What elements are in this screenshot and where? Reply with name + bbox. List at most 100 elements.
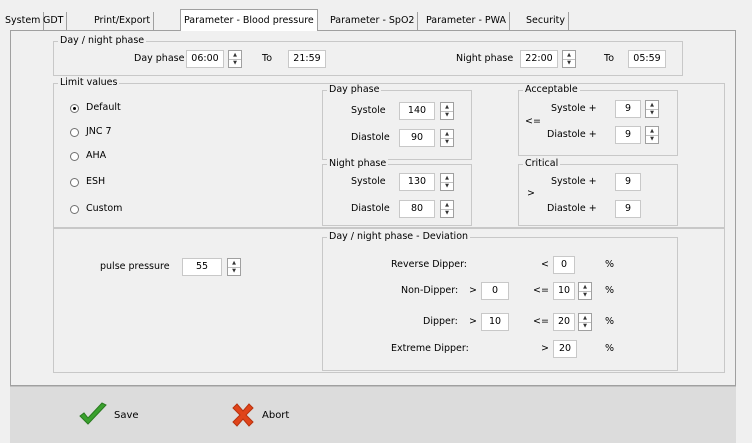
acceptable-diastole-input[interactable]: 9	[615, 126, 641, 144]
spin-down-icon[interactable]: ▼	[563, 59, 575, 67]
day-systole-spinner[interactable]: ▲ ▼	[440, 102, 454, 120]
radio-jnc7-label[interactable]: JNC 7	[86, 125, 112, 139]
day-diastole-spinner[interactable]: ▲ ▼	[440, 129, 454, 147]
critical-title: Critical	[523, 158, 561, 170]
night-phase-from-input[interactable]: 22:00	[520, 50, 558, 68]
spin-down-icon[interactable]: ▼	[441, 111, 453, 119]
deviation-title: Day / night phase - Deviation	[327, 231, 471, 243]
critical-group: Critical > Systole + 9 Diastole + 9	[518, 158, 678, 226]
night-diastole-input[interactable]: 80	[399, 200, 435, 218]
tab-system[interactable]: System	[2, 12, 45, 30]
tab-parameter-spo2[interactable]: Parameter - SpO2	[327, 12, 419, 30]
radio-default-label[interactable]: Default	[86, 101, 121, 115]
extreme-dipper-label: Extreme Dipper:	[391, 343, 469, 354]
tab-security[interactable]: Security	[523, 12, 570, 30]
critical-systole-label: Systole +	[551, 176, 597, 187]
day-systole-input[interactable]: 140	[399, 102, 435, 120]
spin-down-icon[interactable]: ▼	[646, 135, 658, 143]
radio-esh[interactable]	[70, 178, 79, 187]
critical-diastole-label: Diastole +	[547, 203, 597, 214]
acceptable-systole-input[interactable]: 9	[615, 100, 641, 118]
spin-down-icon[interactable]: ▼	[441, 209, 453, 217]
night-systole-spinner[interactable]: ▲ ▼	[440, 173, 454, 191]
percent-sign: %	[605, 316, 615, 327]
non-dipper-spinner[interactable]: ▲ ▼	[578, 282, 592, 300]
extreme-dipper-operator: >	[541, 343, 549, 354]
pulse-pressure-input[interactable]: 55	[182, 258, 222, 276]
night-diastole-label: Diastole	[351, 203, 390, 214]
dipper-low-input[interactable]: 10	[481, 313, 509, 331]
non-dipper-low-input[interactable]: 0	[481, 282, 509, 300]
day-phase-group-title: Day phase	[327, 84, 382, 96]
save-label: Save	[114, 409, 139, 421]
footer-bar: Save Abort	[10, 386, 736, 443]
pulse-pressure-label: pulse pressure	[100, 261, 170, 272]
spin-down-icon[interactable]: ▼	[441, 182, 453, 190]
acceptable-systole-label: Systole +	[551, 103, 597, 114]
abort-button[interactable]: Abort	[230, 397, 289, 433]
night-diastole-spinner[interactable]: ▲ ▼	[440, 200, 454, 218]
spin-down-icon[interactable]: ▼	[579, 291, 591, 299]
acceptable-systole-spinner[interactable]: ▲ ▼	[645, 100, 659, 118]
dipper-le: <=	[533, 316, 549, 327]
critical-operator: >	[527, 188, 535, 199]
percent-sign: %	[605, 285, 615, 296]
spin-down-icon[interactable]: ▼	[646, 109, 658, 117]
radio-custom-label[interactable]: Custom	[86, 202, 122, 216]
acceptable-operator: <=	[525, 116, 541, 127]
radio-aha-label[interactable]: AHA	[86, 149, 106, 163]
tab-print-export[interactable]: Print/Export	[66, 12, 155, 30]
day-phase-group: Day phase Systole 140 ▲ ▼ Diastole 90 ▲ ▼	[322, 84, 472, 160]
save-button[interactable]: Save	[78, 397, 139, 433]
day-night-group: Day / night phase Day phase 06:00 ▲ ▼ To …	[53, 35, 683, 76]
tab-gdt[interactable]: GDT	[40, 12, 68, 30]
day-phase-from-input[interactable]: 06:00	[186, 50, 224, 68]
day-to-label: To	[262, 53, 273, 64]
spin-down-icon[interactable]: ▼	[228, 267, 240, 275]
acceptable-diastole-spinner[interactable]: ▲ ▼	[645, 126, 659, 144]
extreme-dipper-input[interactable]: 20	[553, 340, 577, 358]
reverse-dipper-operator: <	[541, 259, 549, 270]
day-phase-to-input[interactable]: 21:59	[288, 50, 326, 68]
tab-parameter-blood-pressure[interactable]: Parameter - Blood pressure	[180, 9, 318, 31]
radio-custom[interactable]	[70, 205, 79, 214]
night-systole-label: Systole	[351, 176, 386, 187]
night-systole-input[interactable]: 130	[399, 173, 435, 191]
night-phase-label: Night phase	[456, 53, 514, 64]
radio-default[interactable]	[70, 104, 79, 113]
critical-systole-input[interactable]: 9	[615, 173, 641, 191]
day-diastole-input[interactable]: 90	[399, 129, 435, 147]
day-phase-label: Day phase	[134, 53, 185, 64]
limit-values-title: Limit values	[58, 77, 120, 89]
acceptable-group: Acceptable <= Systole + 9 ▲ ▼ Diastole + …	[518, 84, 678, 156]
critical-diastole-input[interactable]: 9	[615, 200, 641, 218]
spin-down-icon[interactable]: ▼	[579, 322, 591, 330]
tab-parameter-pwa[interactable]: Parameter - PWA	[423, 12, 510, 30]
reverse-dipper-input[interactable]: 0	[553, 256, 575, 274]
radio-aha[interactable]	[70, 152, 79, 161]
non-dipper-gt: >	[469, 285, 477, 296]
acceptable-title: Acceptable	[523, 84, 580, 96]
deviation-group: Day / night phase - Deviation Reverse Di…	[322, 231, 678, 371]
spin-down-icon[interactable]: ▼	[229, 59, 241, 67]
abort-label: Abort	[262, 409, 290, 421]
radio-jnc7[interactable]	[70, 128, 79, 137]
limit-values-group: Limit values Default JNC 7 AHA ESH Custo…	[53, 77, 725, 228]
reverse-dipper-label: Reverse Dipper:	[391, 259, 468, 270]
night-to-label: To	[604, 53, 615, 64]
dipper-spinner[interactable]: ▲ ▼	[578, 313, 592, 331]
non-dipper-high-input[interactable]: 10	[553, 282, 575, 300]
pulse-pressure-spinner[interactable]: ▲ ▼	[227, 258, 241, 276]
spin-down-icon[interactable]: ▼	[441, 138, 453, 146]
non-dipper-label: Non-Dipper:	[401, 285, 459, 296]
percent-sign: %	[605, 343, 615, 354]
night-phase-to-input[interactable]: 05:59	[628, 50, 666, 68]
day-phase-from-spinner[interactable]: ▲ ▼	[228, 50, 242, 68]
checkmark-icon	[79, 402, 107, 425]
night-phase-from-spinner[interactable]: ▲ ▼	[562, 50, 576, 68]
percent-sign: %	[605, 259, 615, 270]
night-phase-group-title: Night phase	[327, 158, 389, 170]
dipper-high-input[interactable]: 20	[553, 313, 575, 331]
tab-panel: Day / night phase Day phase 06:00 ▲ ▼ To …	[10, 30, 736, 386]
radio-esh-label[interactable]: ESH	[86, 175, 105, 189]
